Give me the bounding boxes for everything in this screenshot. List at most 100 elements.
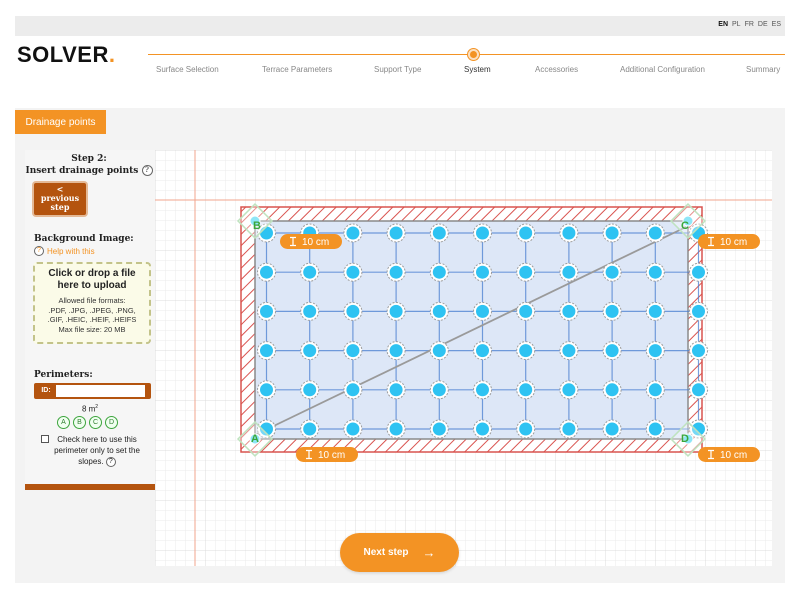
drainage-point: [562, 304, 576, 318]
slopes-only-checkbox[interactable]: [41, 435, 49, 443]
drainage-point: [432, 265, 446, 279]
drainage-point: [562, 383, 576, 397]
drainage-point: [346, 304, 360, 318]
canvas-svg[interactable]: A B C D 10 cm 10 cm 10 cm 10 cm: [155, 150, 772, 566]
drainage-point: [389, 265, 403, 279]
drainage-point: [605, 344, 619, 358]
offset-tag[interactable]: 10 cm: [698, 447, 760, 462]
area-unit-sup: 2: [95, 404, 99, 410]
drainage-point: [303, 422, 317, 436]
drainage-point: [562, 265, 576, 279]
drainage-point: [346, 344, 360, 358]
progress-stepper: Surface Selection Terrace Parameters Sup…: [148, 45, 785, 75]
drainage-point: [260, 304, 273, 318]
upload-title-line1: Click or drop a file: [48, 268, 136, 279]
drainage-point: [476, 422, 489, 436]
step-system[interactable]: System: [464, 65, 491, 74]
next-step-button[interactable]: Next step →: [340, 533, 459, 572]
step-support-type[interactable]: Support Type: [374, 65, 421, 74]
corner-chips: A B C D: [57, 416, 118, 429]
drainage-point: [605, 226, 619, 240]
drainage-point: [303, 265, 317, 279]
drainage-point: [476, 226, 489, 240]
checkbox-line3-wrap: slopes. ?: [39, 456, 155, 467]
drainage-point: [648, 422, 662, 436]
checkbox-line1: Check here to use this: [57, 435, 137, 444]
step-additional-configuration[interactable]: Additional Configuration: [620, 65, 705, 74]
drawing-canvas[interactable]: A B C D 10 cm 10 cm 10 cm 10 cm: [155, 150, 772, 566]
corner-label-d: D: [681, 433, 689, 445]
drainage-point: [692, 344, 705, 358]
id-label: ID:: [36, 385, 56, 397]
corner-label-c: C: [681, 220, 689, 232]
drainage-point: [519, 226, 533, 240]
arrow-right-icon: →: [422, 545, 436, 560]
drainage-point: [476, 304, 489, 318]
offset-tag-label: 10 cm: [720, 450, 747, 461]
help-icon[interactable]: ?: [105, 456, 116, 467]
drainage-point: [692, 383, 705, 397]
terrace-plan: A B C D 10 cm 10 cm 10 cm 10 cm: [236, 202, 760, 462]
drainage-point: [519, 304, 533, 318]
drainage-point: [432, 304, 446, 318]
drainage-point: [648, 226, 662, 240]
drainage-point: [260, 344, 273, 358]
slopes-only-checkbox-row: Check here to use this perimeter only to…: [39, 434, 155, 467]
drainage-point: [648, 265, 662, 279]
drainage-point: [432, 383, 446, 397]
drainage-point: [562, 344, 576, 358]
drainage-point: [303, 304, 317, 318]
step-summary[interactable]: Summary: [746, 65, 780, 74]
drainage-point: [432, 422, 446, 436]
offset-tag-label: 10 cm: [302, 237, 329, 248]
drainage-point: [519, 383, 533, 397]
lang-fr[interactable]: FR: [745, 21, 754, 28]
drainage-point: [476, 344, 489, 358]
file-upload-dropzone[interactable]: Click or drop a file here to upload Allo…: [33, 262, 151, 344]
top-bar: EN PL FR DE ES: [15, 16, 785, 36]
step-title-line1: Step 2:: [71, 154, 107, 164]
drainage-point: [519, 265, 533, 279]
step-terrace-parameters[interactable]: Terrace Parameters: [262, 65, 332, 74]
solver-logo[interactable]: SOLVER.: [17, 42, 115, 68]
drainage-point: [346, 383, 360, 397]
checkbox-line2: perimeter only to set the: [54, 446, 140, 455]
drainage-point: [519, 422, 533, 436]
drainage-point: [346, 422, 360, 436]
offset-tag[interactable]: 10 cm: [698, 234, 760, 249]
lang-de[interactable]: DE: [758, 21, 768, 28]
upload-info: Allowed file formats: .PDF, .JPG, .JPEG,…: [35, 296, 149, 334]
step-accessories[interactable]: Accessories: [535, 65, 578, 74]
language-switcher: EN PL FR DE ES: [718, 21, 781, 28]
upload-info-line3: .GIF, .HEIC, .HEIF, .HEIFS: [47, 315, 137, 324]
drainage-point: [432, 344, 446, 358]
help-link[interactable]: ? Help with this: [34, 246, 95, 256]
help-link-text: Help with this: [47, 246, 95, 256]
background-image-label: Background Image:: [34, 234, 134, 244]
offset-tag[interactable]: 10 cm: [296, 447, 358, 462]
lang-pl[interactable]: PL: [732, 21, 741, 28]
lang-en[interactable]: EN: [718, 21, 728, 28]
tab-drainage-points[interactable]: Drainage points: [15, 110, 106, 134]
checkbox-line3: slopes.: [78, 457, 104, 466]
corner-chip-a[interactable]: A: [57, 416, 70, 429]
step-title: Step 2: Insert drainage points ?: [25, 154, 153, 177]
lang-es[interactable]: ES: [772, 21, 781, 28]
step-surface-selection[interactable]: Surface Selection: [156, 65, 219, 74]
corner-chip-d[interactable]: D: [105, 416, 118, 429]
drainage-point: [605, 265, 619, 279]
drainage-point: [303, 344, 317, 358]
drainage-point: [346, 226, 360, 240]
corner-chip-c[interactable]: C: [89, 416, 102, 429]
corner-label-a: A: [251, 433, 259, 445]
upload-info-line2: .PDF, .JPG, .JPEG, .PNG,: [48, 305, 136, 315]
drainage-point: [562, 226, 576, 240]
perimeter-id-field[interactable]: ID:: [34, 383, 151, 399]
drainage-point: [562, 422, 576, 436]
help-icon[interactable]: ?: [141, 165, 153, 176]
help-icon: ?: [34, 246, 44, 256]
corner-chip-b[interactable]: B: [73, 416, 86, 429]
previous-step-button[interactable]: < previous step: [34, 183, 86, 215]
drainage-point: [389, 226, 403, 240]
offset-tag[interactable]: 10 cm: [280, 234, 342, 249]
